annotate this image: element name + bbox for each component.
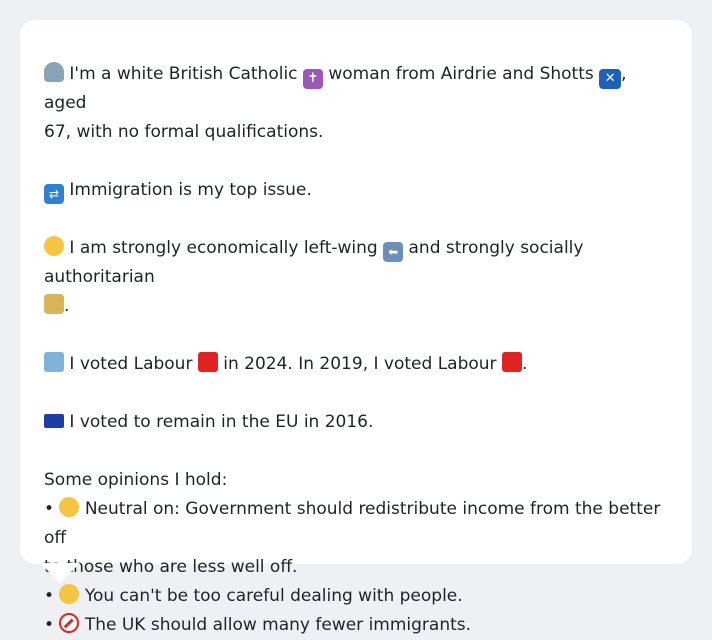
opinions-paragraph: Some opinions I hold: • Neutral on: Gove…	[44, 466, 668, 640]
list-item: • The UK should allow many fewer immigra…	[44, 611, 668, 640]
persona-card: I'm a white British Catholic ✝ woman fro…	[20, 20, 692, 635]
thinking-face-icon	[44, 236, 64, 256]
vote-text-b: in 2024. In 2019, I voted Labour	[223, 354, 497, 374]
list-item: • Neutral on: Government should redistri…	[44, 495, 668, 553]
ideology-text-a: I am strongly economically left-wing	[69, 238, 378, 258]
red-square-icon	[501, 352, 522, 372]
identity-text-b: woman from Airdrie and Shotts	[328, 64, 594, 84]
bullet: •	[44, 499, 55, 519]
vote-text-a: I voted Labour	[69, 354, 193, 374]
passport-control-icon: ⇄	[44, 184, 64, 204]
ideology-end: .	[64, 296, 70, 316]
eu-text: I voted to remain in the EU in 2016.	[69, 412, 374, 432]
top-issue-text: Immigration is my top issue.	[69, 180, 312, 200]
opinion-text: Neutral on: Government should redistribu…	[44, 499, 661, 548]
prohibited-icon	[59, 613, 80, 633]
list-item: • You can't be too careful dealing with …	[44, 582, 668, 611]
identity-text-line2: 67, with no formal qualifications.	[44, 122, 324, 142]
red-square-icon	[197, 352, 218, 372]
bust-in-silhouette-icon	[44, 62, 64, 82]
identity-text: I'm a white British Catholic	[69, 64, 298, 84]
eu-flag-icon	[44, 414, 64, 428]
ideology-paragraph: I am strongly economically left-wing ⬅ a…	[44, 234, 668, 321]
identity-paragraph: I'm a white British Catholic ✝ woman fro…	[44, 60, 668, 147]
opinion-text: You can't be too careful dealing with pe…	[84, 586, 463, 606]
vote-paragraph: I voted Labour in 2024. In 2019, I voted…	[44, 350, 668, 379]
opinions-header: Some opinions I hold:	[44, 470, 228, 490]
neutral-face-icon	[59, 497, 80, 517]
latin-cross-icon: ✝	[302, 69, 323, 89]
scotland-flag-icon: ✕	[599, 69, 622, 89]
speech-bubble-tail	[40, 563, 80, 583]
opinion-text: The UK should allow many fewer immigrant…	[84, 615, 472, 635]
eu-paragraph: I voted to remain in the EU in 2016.	[44, 408, 668, 437]
opinion-text-continued: to those who are less well off.	[44, 557, 298, 577]
top-issue-paragraph: ⇄ Immigration is my top issue.	[44, 176, 668, 205]
locked-icon	[44, 294, 64, 314]
vote-end: .	[521, 354, 528, 374]
bullet: •	[44, 586, 55, 606]
bullet: •	[44, 615, 55, 635]
raised-eyebrow-face-icon	[59, 584, 80, 604]
ballot-box-icon	[44, 352, 64, 372]
left-arrow-icon: ⬅	[383, 242, 404, 262]
